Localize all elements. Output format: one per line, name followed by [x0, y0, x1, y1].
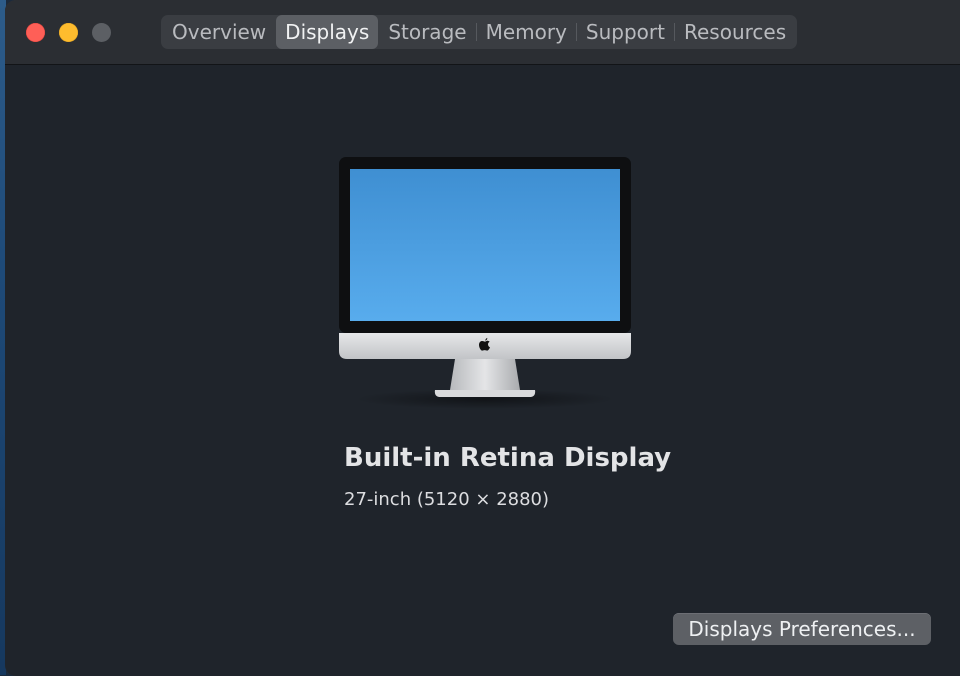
displays-panel: Built-in Retina Display 27-inch (5120 × … [5, 65, 960, 676]
minimize-window-button[interactable] [59, 23, 78, 42]
imac-stand [450, 359, 520, 390]
imac-base [434, 390, 536, 397]
system-info-window: Overview Displays Storage Memory Support… [5, 0, 960, 676]
imac-screen [350, 169, 620, 321]
imac-icon [339, 157, 631, 409]
tab-displays[interactable]: Displays [276, 15, 379, 49]
tab-support[interactable]: Support [577, 15, 674, 49]
tab-storage[interactable]: Storage [379, 15, 475, 49]
display-spec: 27-inch (5120 × 2880) [344, 489, 550, 510]
window-toolbar: Overview Displays Storage Memory Support… [5, 0, 960, 65]
displays-preferences-button[interactable]: Displays Preferences... [673, 613, 931, 645]
tab-overview[interactable]: Overview [163, 15, 275, 49]
close-window-button[interactable] [26, 23, 45, 42]
tab-memory[interactable]: Memory [477, 15, 576, 49]
display-name: Built-in Retina Display [344, 443, 672, 473]
tab-resources[interactable]: Resources [675, 15, 795, 49]
tab-bar: Overview Displays Storage Memory Support… [161, 15, 798, 49]
zoom-window-button[interactable] [92, 23, 111, 42]
